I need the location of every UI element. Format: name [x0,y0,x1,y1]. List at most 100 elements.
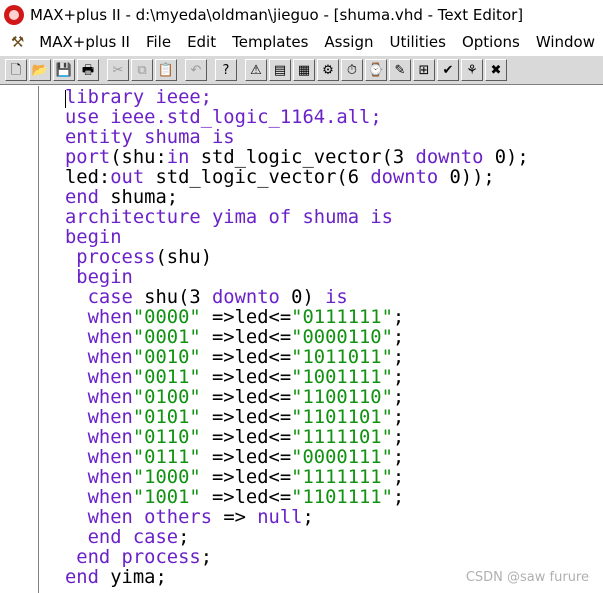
code-token: "1001" [132,487,201,508]
code-token: =>led<= [200,407,292,428]
menu-edit[interactable]: Edit [179,33,224,51]
menu-window[interactable]: Window [528,33,603,51]
project-icon[interactable]: ⊞ [413,59,435,81]
code-token: shu(3 [144,287,212,308]
print-icon[interactable]: 🖶 [77,59,99,81]
open-icon[interactable]: 📂 [29,59,51,81]
code-token: led: [65,167,111,188]
hierarchy-top-icon[interactable]: ⚘ [461,59,483,81]
code-token: when [65,347,133,368]
code-token: shuma [144,127,212,148]
menu-max-plus-ii[interactable]: MAX+plus II [31,33,138,51]
code-token: is [370,207,393,228]
code-token: when [65,307,133,328]
code-line: when"1000" =>led<="1111111"; [65,468,529,488]
code-token: others [144,507,224,528]
simulate-icon[interactable]: ⏱ [341,59,363,81]
help-icon[interactable]: ? [215,59,237,81]
code-token: "1000" [132,467,201,488]
menu-file[interactable]: File [138,33,179,51]
close-icon[interactable]: ✖ [485,59,507,81]
code-line: when"1001" =>led<="1101111"; [65,488,529,508]
text-editor[interactable]: library ieee; use ieee.std_logic_1164.all… [0,86,603,593]
code-token: "1101111" [291,487,393,508]
title-bar: MAX+plus II - d:\myeda\oldman\jieguo - [… [0,0,603,30]
maxplus-menu-icon[interactable]: ⚒ [8,32,27,52]
code-line: when"0000" =>led<="0111111"; [65,308,529,328]
code-token: std_logic_vector(3 [200,147,416,168]
code-token: case [132,527,179,548]
copy-icon[interactable]: ⧉ [131,59,153,81]
undo-icon[interactable]: ↶ [185,59,207,81]
code-token: "1011011" [291,347,393,368]
hierarchy-icon[interactable]: ▤ [269,59,291,81]
code-token: "0101" [132,407,201,428]
code-token: =>led<= [200,427,292,448]
code-token: "0110" [132,427,201,448]
code-token: 0)); [449,167,495,188]
code-token: => [223,507,258,528]
code-token: yima; [110,567,167,588]
code-line: when"0001" =>led<="0000110"; [65,328,529,348]
code-token: ; [302,507,314,528]
code-token: ; [392,327,405,348]
code-token: downto [370,167,450,188]
code-token: =>led<= [200,387,292,408]
menu-utilities[interactable]: Utilities [381,33,453,51]
code-token: begin [65,227,122,248]
code-area[interactable]: library ieee; use ieee.std_logic_1164.all… [65,88,529,588]
code-token: =>led<= [200,347,292,368]
code-line: when others => null; [65,508,529,528]
code-token: ; [200,547,213,568]
code-token: when [65,487,133,508]
code-line: use ieee.std_logic_1164.all; [65,108,529,128]
warning-icon[interactable]: ⚠ [245,59,267,81]
code-token: end [65,547,122,568]
code-line: when"0011" =>led<="1001111"; [65,368,529,388]
code-line: led:out std_logic_vector(6 downto 0)); [65,168,529,188]
code-token: "1111111" [291,467,393,488]
save-check-icon[interactable]: ✔ [437,59,459,81]
code-token: (shu) [155,247,213,268]
code-token: =>led<= [200,487,292,508]
code-token: "1001111" [291,367,393,388]
code-token: architecture [65,207,212,228]
code-line: process(shu) [65,248,529,268]
timing-icon[interactable]: ⌚ [365,59,387,81]
code-token: "0111111" [291,307,393,328]
code-line: when"0110" =>led<="1111101"; [65,428,529,448]
program-icon[interactable]: ✎ [389,59,411,81]
code-line: when"0100" =>led<="1100110"; [65,388,529,408]
code-token: =>led<= [200,327,292,348]
menu-templates[interactable]: Templates [224,33,316,51]
floorplan-icon[interactable]: ▦ [293,59,315,81]
code-token: is [212,127,235,148]
compile-icon[interactable]: ⚙ [317,59,339,81]
code-token: ; [392,427,405,448]
maxplus-app-icon[interactable] [4,5,24,25]
toolbar: 🗋 📂 💾 🖶 ✂ ⧉ 📋 ↶? ⚠ ▤ ▦ ⚙ ⏱ ⌚ ✎ ⊞ ✔ ⚘ ✖ [0,55,603,85]
code-token: yima [212,207,269,228]
new-icon[interactable]: 🗋 [5,59,27,81]
code-token: out [110,167,156,188]
code-line: begin [65,228,529,248]
code-token: ; [392,387,405,408]
paste-icon[interactable]: 📋 [155,59,177,81]
code-line: end process; [65,548,529,568]
window-title: MAX+plus II - d:\myeda\oldman\jieguo - [… [30,6,524,24]
code-token: process [121,547,201,568]
cut-icon[interactable]: ✂ [107,59,129,81]
code-token: when [65,507,145,528]
menu-options[interactable]: Options [454,33,528,51]
menu-assign[interactable]: Assign [316,33,381,51]
save-icon[interactable]: 💾 [53,59,75,81]
code-token: null [257,507,303,528]
code-token: end [65,567,111,588]
code-token: ; [392,447,405,468]
code-line: end yima; [65,568,529,588]
code-token: ; [392,367,405,388]
code-token: when [65,467,133,488]
code-token: ; [392,487,405,508]
code-token: "0000111" [291,447,393,468]
code-token: when [65,447,133,468]
